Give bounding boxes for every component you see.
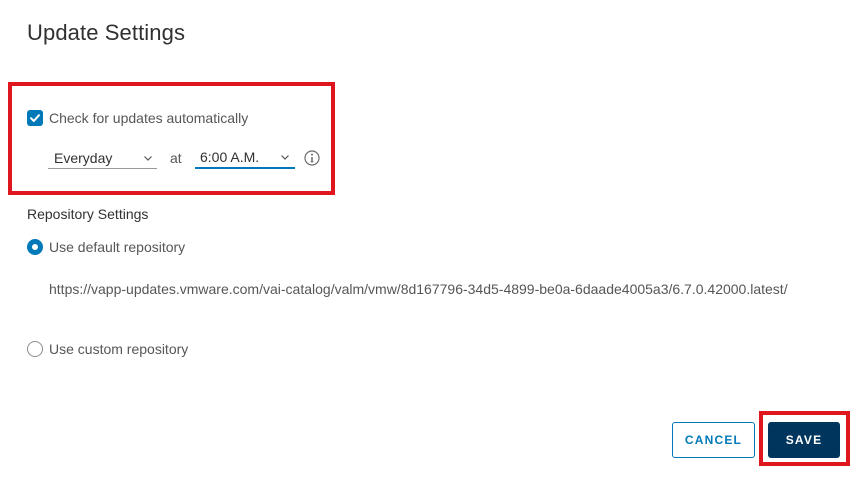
default-repository-url: https://vapp-updates.vmware.com/vai-cata… bbox=[49, 281, 788, 297]
at-label: at bbox=[170, 150, 182, 166]
dialog-title: Update Settings bbox=[27, 20, 186, 45]
auto-check-label: Check for updates automatically bbox=[49, 110, 249, 126]
annotation-highlight-schedule bbox=[8, 82, 335, 195]
custom-repository-option[interactable]: Use custom repository bbox=[27, 341, 188, 357]
info-icon[interactable] bbox=[304, 150, 320, 166]
auto-check-checkbox-row[interactable]: Check for updates automatically bbox=[27, 110, 248, 126]
frequency-value: Everyday bbox=[54, 149, 113, 166]
chevron-down-icon bbox=[281, 155, 289, 160]
chevron-down-icon bbox=[144, 155, 152, 161]
checkmark-icon bbox=[30, 114, 40, 122]
time-select[interactable]: 6:00 A.M. bbox=[195, 147, 295, 169]
repository-settings-heading: Repository Settings bbox=[27, 206, 149, 222]
default-repository-radio[interactable] bbox=[27, 239, 43, 255]
custom-repository-radio[interactable] bbox=[27, 341, 43, 357]
default-repository-option[interactable]: Use default repository bbox=[27, 239, 185, 255]
cancel-button[interactable]: CANCEL bbox=[672, 422, 755, 458]
update-settings-dialog: Update Settings Check for updates automa… bbox=[0, 0, 864, 482]
default-repository-label: Use default repository bbox=[49, 239, 186, 255]
frequency-select[interactable]: Everyday bbox=[48, 147, 157, 169]
save-button[interactable]: SAVE bbox=[768, 422, 840, 458]
time-value: 6:00 A.M. bbox=[200, 149, 260, 165]
auto-check-checkbox[interactable] bbox=[27, 110, 43, 126]
custom-repository-label: Use custom repository bbox=[49, 341, 189, 357]
